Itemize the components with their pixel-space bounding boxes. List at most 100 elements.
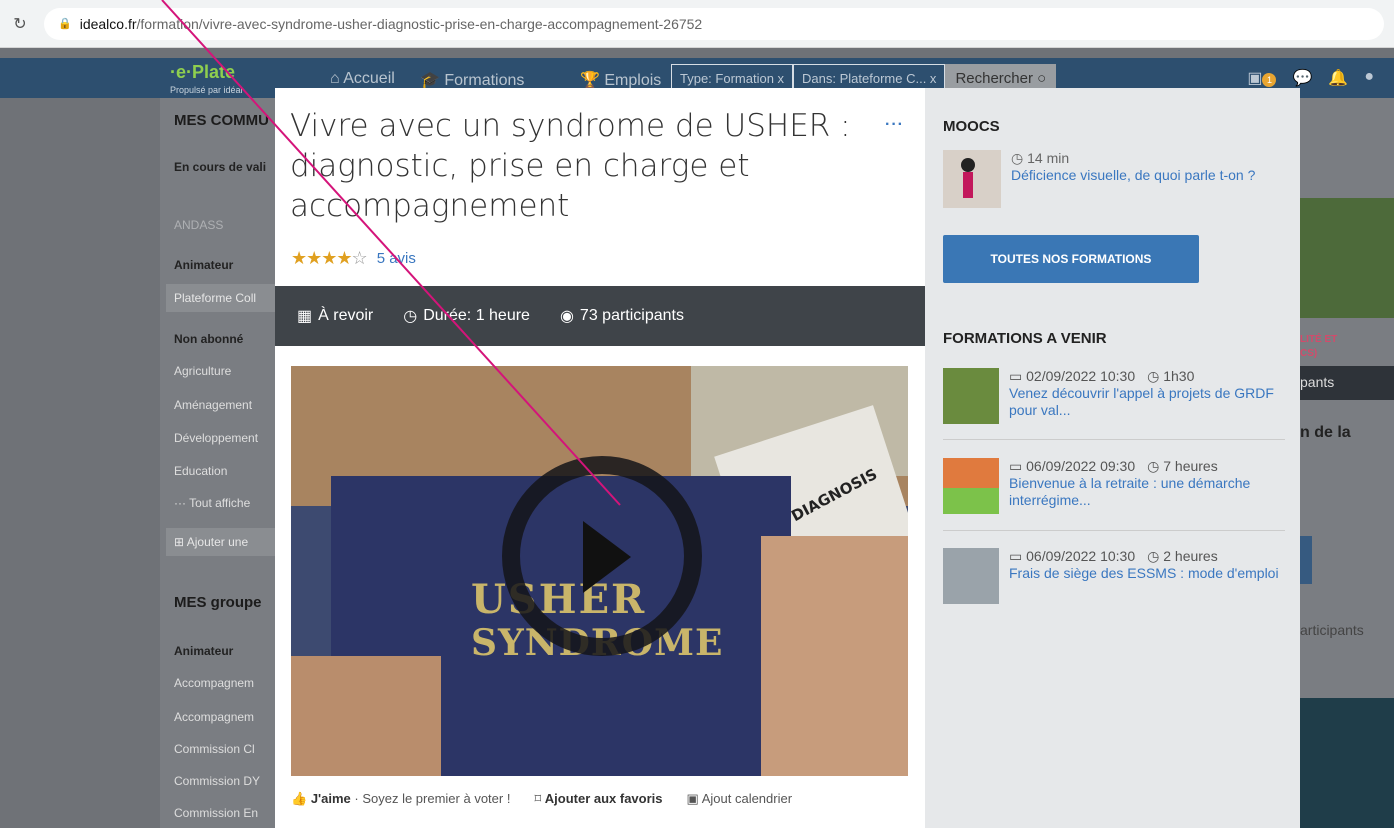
left-sidebar: MES COMMU En cours de vali ANDASS Animat… <box>160 98 275 828</box>
nav-icons: ▣ 1 💬 🔔 ● <box>1247 68 1374 88</box>
bg-participants-text: articipants <box>1300 622 1364 638</box>
address-bar[interactable]: 🔒 idealco.fr/formation/vivre-avec-syndro… <box>44 7 1384 40</box>
event-when: ▭ 06/09/2022 10:30 ◷ 2 heures <box>1009 548 1279 565</box>
all-formations-button[interactable]: TOUTES NOS FORMATIONS <box>943 235 1199 283</box>
event-duration: ◷ 1h30 <box>1147 368 1195 384</box>
film-icon: ▦ <box>297 308 313 325</box>
hand-right <box>761 536 908 776</box>
banner-image <box>1300 198 1394 318</box>
sidebar-item-agriculture[interactable]: Agriculture <box>160 364 231 378</box>
action-bar: 👍 J'aime · Soyez le premier à voter ! ⌑ … <box>291 791 792 807</box>
event-when: ▭ 06/09/2022 09:30 ◷ 7 heures <box>1009 458 1285 475</box>
search-icon: ○ <box>1037 70 1047 87</box>
page-title: Vivre avec un syndrome de USHER : diagno… <box>290 108 851 224</box>
bell-icon[interactable]: 🔔 <box>1328 68 1348 88</box>
nav-home-label: Accueil <box>343 70 395 87</box>
calendar-icon: ▣ <box>686 791 699 806</box>
event-duration-value: 2 heures <box>1163 548 1218 564</box>
more-options-button[interactable]: ··· <box>885 116 904 134</box>
event-thumbnail[interactable] <box>943 548 999 604</box>
mooc-thumbnail[interactable] <box>943 150 1001 208</box>
nav-jobs-label: Emplois <box>604 72 662 89</box>
star-rating-icon: ★★★★☆ <box>291 248 368 268</box>
sidebar-item-amenagement[interactable]: Aménagement <box>160 398 252 412</box>
sidebar-plateforme[interactable]: Plateforme Coll <box>166 284 275 312</box>
event-date: ▭ 02/09/2022 10:30 <box>1009 368 1136 384</box>
event-title-link[interactable]: Frais de siège des ESSMS : mode d'emploi <box>1009 565 1279 582</box>
calendar-button[interactable]: ▣ Ajout calendrier <box>687 791 793 807</box>
event-date-value: 02/09/2022 10:30 <box>1026 368 1136 384</box>
nav-formations[interactable]: 🎓 Formations <box>420 70 524 90</box>
sidebar-andass[interactable]: ANDASS <box>160 218 223 232</box>
event-date-value: 06/09/2022 09:30 <box>1026 458 1136 474</box>
thumb-figures <box>943 488 999 514</box>
hand-left <box>291 656 441 776</box>
search-label: Rechercher <box>955 70 1033 87</box>
event-date: ▭ 06/09/2022 10:30 <box>1009 548 1136 564</box>
bg-title: n de la <box>1300 424 1351 441</box>
event-item[interactable]: ▭ 02/09/2022 10:30 ◷ 1h30 Venez découvrir… <box>943 368 1285 424</box>
like-note: · Soyez le premier à voter ! <box>354 791 511 806</box>
event-title-link[interactable]: Venez découvrir l'appel à projets de GRD… <box>1009 385 1285 419</box>
duration-info: ◷ Durée: 1 heure <box>403 306 530 326</box>
participants-info: ◉ 73 participants <box>560 306 684 326</box>
reviews-link[interactable]: 5 avis <box>377 250 416 267</box>
sidebar-group[interactable]: Commission Cl <box>160 742 255 756</box>
mooc-item[interactable]: ◷ 14 min Déficience visuelle, de quoi pa… <box>943 150 1288 208</box>
chat-icon[interactable]: 💬 <box>1292 68 1312 88</box>
divider <box>943 530 1285 531</box>
divider <box>943 439 1285 440</box>
lock-icon: 🔒 <box>58 18 72 30</box>
replay-label: À revoir <box>318 307 374 324</box>
avatar[interactable]: ● <box>1364 68 1374 88</box>
event-title-link[interactable]: Bienvenue à la retraite : une démarche i… <box>1009 475 1285 509</box>
favorite-button[interactable]: ⌑ Ajouter aux favoris <box>534 791 662 807</box>
event-date: ▭ 06/09/2022 09:30 <box>1009 458 1136 474</box>
right-background: LITÉ ET CS) pants n de la articipants <box>1290 98 1394 828</box>
logo-subtitle: Propulsé par idéal <box>170 85 243 95</box>
sidebar-animateur: Animateur <box>174 258 234 272</box>
nav-home[interactable]: ⌂ Accueil <box>330 70 395 88</box>
bg-tree-image <box>1300 698 1394 828</box>
event-thumbnail[interactable] <box>943 368 999 424</box>
calendar-label: Ajout calendrier <box>701 791 793 806</box>
mooc-title-link[interactable]: Déficience visuelle, de quoi parle t-on … <box>1011 167 1255 184</box>
event-date-value: 06/09/2022 10:30 <box>1026 548 1136 564</box>
sidebar-add-label: Ajouter une <box>186 535 249 549</box>
sidebar-validation: En cours de vali <box>174 160 267 174</box>
sidebar-add-button[interactable]: ⊞ Ajouter une <box>166 528 275 556</box>
sidebar-non-abonne: Non abonné <box>174 332 244 346</box>
nav-jobs[interactable]: 🏆 Emplois <box>580 70 661 90</box>
sidebar-show-all[interactable]: ··· Tout affiche <box>160 496 250 510</box>
figure-body <box>963 172 973 198</box>
logo[interactable]: ·e·Plate Propulsé par idéal <box>170 62 290 95</box>
play-icon[interactable] <box>583 521 631 593</box>
moocs-heading: MOOCS <box>943 118 1000 135</box>
sidebar-item-education[interactable]: Education <box>160 464 227 478</box>
user-icon: ◉ <box>559 308 574 325</box>
like-button[interactable]: 👍 J'aime · Soyez le premier à voter ! <box>291 791 510 807</box>
sidebar-item-developpement[interactable]: Développement <box>160 431 258 445</box>
duration-label: Durée: 1 heure <box>423 307 530 324</box>
notif-badge: 1 <box>1262 73 1277 87</box>
event-item[interactable]: ▭ 06/09/2022 10:30 ◷ 2 heures Frais de si… <box>943 548 1285 604</box>
clock-icon: ◷ <box>403 308 418 325</box>
reload-icon[interactable]: ↻ <box>0 14 40 34</box>
sidebar-group[interactable]: Accompagnem <box>160 676 254 690</box>
banner-text-2: CS) <box>1300 348 1318 359</box>
event-thumbnail[interactable] <box>943 458 999 514</box>
figure-head <box>961 158 975 172</box>
event-item[interactable]: ▭ 06/09/2022 09:30 ◷ 7 heures Bienvenue à… <box>943 458 1285 514</box>
sidebar-group[interactable]: Commission En <box>160 806 258 820</box>
bookmark-icon: ⌑ <box>534 791 542 806</box>
event-duration: ◷ 2 heures <box>1147 548 1218 564</box>
video-player[interactable]: DIAGNOSIS USHER SYNDROME <box>291 366 908 776</box>
rating: ★★★★☆ 5 avis <box>291 248 416 269</box>
cart-icon[interactable]: ▣ 1 <box>1247 68 1277 88</box>
sidebar-heading-communities: MES COMMU <box>174 112 269 129</box>
sidebar-group[interactable]: Commission DY <box>160 774 260 788</box>
sidebar-group[interactable]: Accompagnem <box>160 710 254 724</box>
upcoming-heading: FORMATIONS A VENIR <box>943 330 1107 347</box>
formation-modal: Vivre avec un syndrome de USHER : diagno… <box>275 88 1300 828</box>
thumbs-up-icon: 👍 <box>291 791 308 806</box>
